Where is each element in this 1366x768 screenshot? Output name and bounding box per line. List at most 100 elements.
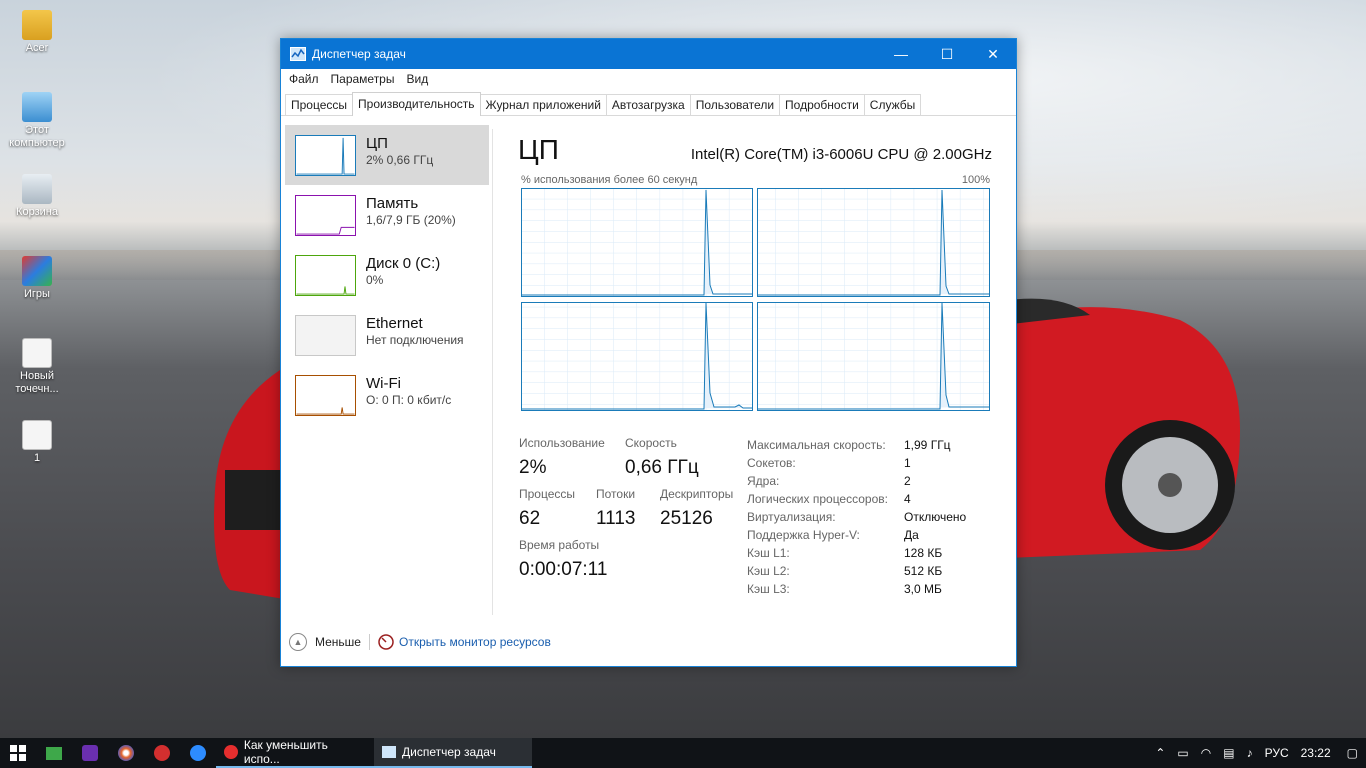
wifi-icon[interactable]: ◠ xyxy=(1195,746,1217,760)
taskbar-pinned-app[interactable] xyxy=(72,738,108,768)
memory-thumbnail-graph xyxy=(295,195,356,236)
spec-value: Да xyxy=(904,528,919,542)
desktop-icon-label: Корзина xyxy=(16,206,58,218)
core-graph-3 xyxy=(521,302,753,411)
spec-value: 2 xyxy=(904,474,911,488)
spec-key: Ядра: xyxy=(747,474,780,488)
handles-label: Дескрипторы xyxy=(660,487,734,501)
sidebar-item-ethernet[interactable]: Ethernet Нет подключения xyxy=(285,305,489,365)
yandex-browser-icon xyxy=(224,745,238,759)
cpu-model-name: Intel(R) Core(TM) i3-6006U CPU @ 2.00GHz xyxy=(690,146,992,163)
sidebar-item-title: Диск 0 (C:) xyxy=(366,255,441,272)
spec-row: Логических процессоров: 4 xyxy=(747,490,966,508)
sidebar-item-cpu[interactable]: ЦП 2% 0,66 ГГц xyxy=(285,125,489,185)
tab-performance[interactable]: Производительность xyxy=(352,92,481,116)
taskbar-pinned-app[interactable] xyxy=(180,738,216,768)
task-manager-icon xyxy=(382,746,396,758)
tab-bar: Процессы Производительность Журнал прило… xyxy=(281,89,1016,116)
sidebar-item-disk[interactable]: Диск 0 (C:) 0% xyxy=(285,245,489,305)
spec-row: Кэш L2: 512 КБ xyxy=(747,562,966,580)
tab-details[interactable]: Подробности xyxy=(779,94,865,115)
tab-processes[interactable]: Процессы xyxy=(285,94,354,115)
start-button[interactable] xyxy=(0,738,36,768)
spec-row: Кэш L3: 3,0 МБ xyxy=(747,580,966,598)
recycle-bin-icon xyxy=(22,174,52,204)
fewer-details-button[interactable]: Меньше xyxy=(315,635,361,649)
chevron-up-icon[interactable]: ⌃ xyxy=(1149,746,1171,760)
desktop-icon-recycle-bin[interactable]: Корзина xyxy=(6,174,68,219)
taskbar-pinned-app[interactable] xyxy=(36,738,72,768)
menu-file[interactable]: Файл xyxy=(283,72,325,86)
taskbar-app-task-manager[interactable]: Диспетчер задач xyxy=(374,738,532,768)
file-manager-icon xyxy=(46,746,62,760)
language-indicator[interactable]: РУС xyxy=(1259,746,1295,760)
uptime-value: 0:00:07:11 xyxy=(519,559,608,580)
task-manager-icon xyxy=(290,47,306,61)
windows-logo-icon xyxy=(10,745,26,761)
spec-row: Ядра: 2 xyxy=(747,472,966,490)
ethernet-thumbnail-graph xyxy=(295,315,356,356)
sidebar-item-subtitle: Нет подключения xyxy=(366,333,464,347)
sidebar-item-subtitle: 2% 0,66 ГГц xyxy=(366,153,434,167)
maximize-button[interactable]: ☐ xyxy=(924,39,970,69)
tab-app-history[interactable]: Журнал приложений xyxy=(479,94,607,115)
usage-value: 2% xyxy=(519,457,547,478)
handles-value: 25126 xyxy=(660,508,713,529)
desktop-icon-this-pc[interactable]: Этот компьютер xyxy=(6,92,68,150)
taskbar-app-yandex[interactable]: Как уменьшить испо... xyxy=(216,738,374,768)
desktop-icon-games[interactable]: Игры xyxy=(6,256,68,301)
tab-startup[interactable]: Автозагрузка xyxy=(605,94,691,115)
processes-label: Процессы xyxy=(519,487,576,501)
minimize-icon: — xyxy=(894,46,908,62)
page-title: ЦП xyxy=(518,134,559,165)
image-file-icon xyxy=(22,420,52,450)
spec-row: Сокетов: 1 xyxy=(747,454,966,472)
notifications-icon[interactable]: ▢ xyxy=(1341,746,1366,760)
resource-monitor-icon xyxy=(378,633,394,650)
minimize-button[interactable]: — xyxy=(878,39,924,69)
computer-icon xyxy=(22,92,52,122)
menu-options[interactable]: Параметры xyxy=(325,72,401,86)
battery-icon[interactable]: ▭ xyxy=(1171,746,1194,760)
tab-services[interactable]: Службы xyxy=(863,94,922,115)
chevron-up-icon[interactable]: ▲ xyxy=(289,632,307,651)
desktop-icon-file-1[interactable]: 1 xyxy=(6,420,68,465)
system-tray: ⌃ ▭ ◠ ▤ ♪ РУС 23:22 ▢ xyxy=(1149,738,1366,768)
titlebar[interactable]: Диспетчер задач — ☐ ✕ xyxy=(281,39,1016,69)
tab-users[interactable]: Пользователи xyxy=(689,94,781,115)
threads-label: Потоки xyxy=(596,487,636,501)
sidebar-item-memory[interactable]: Память 1,6/7,9 ГБ (20%) xyxy=(285,185,489,245)
network-icon[interactable]: ▤ xyxy=(1217,746,1240,760)
bottom-bar: ▲ Меньше Открыть монитор ресурсов xyxy=(281,629,1016,654)
taskbar-app-label: Диспетчер задач xyxy=(402,745,496,759)
zoom-icon xyxy=(190,745,206,761)
spec-value: 1 xyxy=(904,456,911,470)
disk-thumbnail-graph xyxy=(295,255,356,296)
open-resource-monitor-link[interactable]: Открыть монитор ресурсов xyxy=(399,635,551,649)
close-button[interactable]: ✕ xyxy=(970,39,1016,69)
spec-value: 1,99 ГГц xyxy=(904,438,951,452)
sidebar-item-subtitle: О: 0 П: 0 кбит/с xyxy=(366,393,452,407)
red-car-front xyxy=(214,370,290,600)
menu-view[interactable]: Вид xyxy=(400,72,434,86)
performance-sidebar: ЦП 2% 0,66 ГГц Память 1,6/7,9 ГБ (20%) Д… xyxy=(285,125,489,425)
clock[interactable]: 23:22 xyxy=(1295,746,1341,760)
graph-caption: % использования более 60 секунд xyxy=(521,174,698,186)
taskbar: Как уменьшить испо... Диспетчер задач ⌃ … xyxy=(0,738,1366,768)
volume-icon[interactable]: ♪ xyxy=(1241,746,1259,760)
spec-value: Отключено xyxy=(904,510,967,524)
desktop-icon-label: 1 xyxy=(33,452,41,464)
spec-row: Виртуализация: Отключено xyxy=(747,508,966,526)
window-title: Диспетчер задач xyxy=(312,47,406,61)
graph-max-label: 100% xyxy=(961,174,990,186)
desktop-icon-bitmap[interactable]: Новый точечн... xyxy=(6,338,68,396)
maximize-icon: ☐ xyxy=(940,45,954,62)
taskbar-pinned-app[interactable] xyxy=(108,738,144,768)
desktop-icon-acer[interactable]: Acer xyxy=(6,10,68,55)
sidebar-item-title: ЦП xyxy=(366,135,388,152)
sidebar-item-wifi[interactable]: Wi-Fi О: 0 П: 0 кбит/с xyxy=(285,365,489,425)
spec-key: Виртуализация: xyxy=(747,510,836,524)
taskbar-pinned-app[interactable] xyxy=(144,738,180,768)
media-app-icon xyxy=(154,745,170,761)
spec-key: Кэш L2: xyxy=(747,564,790,578)
